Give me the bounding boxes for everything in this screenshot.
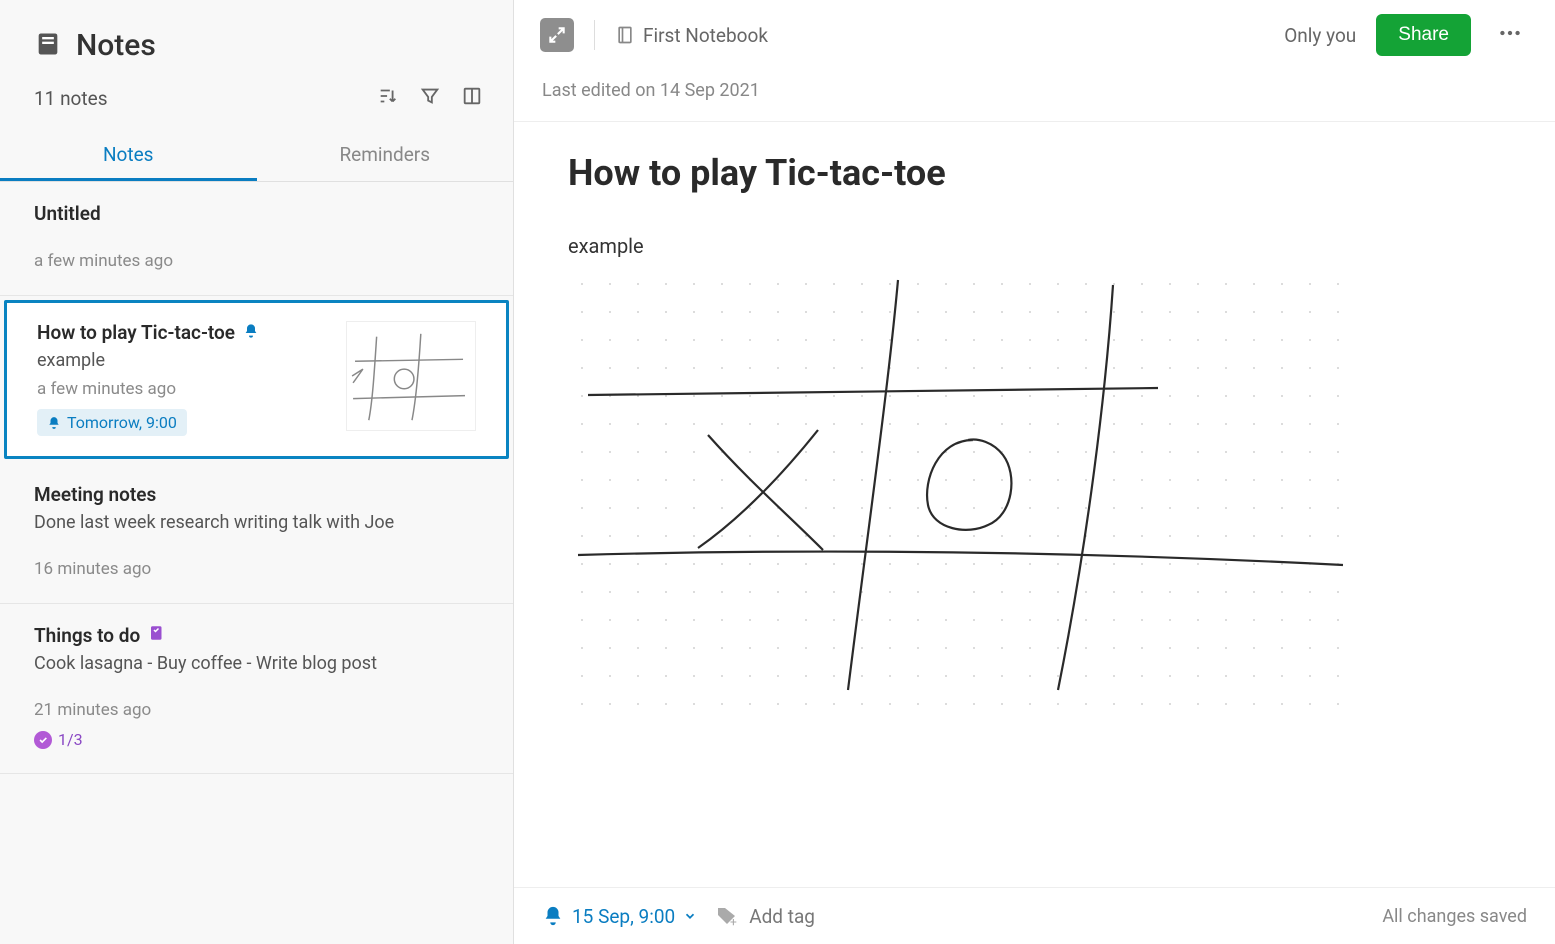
note-item[interactable]: Meeting notes Done last week research wr… [0,463,513,604]
note-time: a few minutes ago [37,379,332,399]
view-toggle-icon[interactable] [461,85,483,111]
note-title: Meeting notes [34,483,479,506]
note-time: a few minutes ago [34,251,479,271]
document-title[interactable]: How to play Tic-tac-toe [568,152,1501,194]
note-list: Untitled a few minutes ago How to play T… [0,182,513,944]
tab-reminders[interactable]: Reminders [257,131,514,181]
only-you-button[interactable]: Only you [1284,24,1356,47]
note-item[interactable]: Things to do Cook lasagna - Buy coffee -… [0,604,513,774]
notebook-link[interactable]: First Notebook [615,24,768,47]
last-edited: Last edited on 14 Sep 2021 [514,70,1555,122]
document-body[interactable]: example [568,234,1501,258]
note-snippet: example [37,350,332,371]
chevron-down-icon [683,909,697,923]
note-title: How to play Tic-tac-toe [37,321,332,344]
reminder-chip[interactable]: Tomorrow, 9:00 [37,409,187,436]
note-thumbnail [346,321,476,431]
sidebar: Notes 11 notes Notes Reminders Untitled … [0,0,514,944]
tasks-icon [148,624,166,647]
note-title: Untitled [34,202,479,225]
tab-notes[interactable]: Notes [0,131,257,181]
sketch-canvas[interactable] [568,270,1348,710]
svg-text:+: + [730,915,737,928]
sort-icon[interactable] [377,85,399,111]
main-panel: First Notebook Only you Share Last edite… [514,0,1555,944]
share-button[interactable]: Share [1376,14,1471,56]
filter-icon[interactable] [419,85,441,111]
save-status: All changes saved [1382,906,1527,927]
note-snippet: Cook lasagna - Buy coffee - Write blog p… [34,653,479,674]
topbar: First Notebook Only you Share [514,0,1555,70]
sidebar-toolbar: 11 notes [0,71,513,131]
note-time: 21 minutes ago [34,700,479,720]
reminder-button[interactable]: 15 Sep, 9:00 [542,905,697,928]
expand-button[interactable] [540,18,574,52]
task-progress-chip: 1/3 [34,730,83,749]
note-count: 11 notes [34,87,108,110]
note-item-selected[interactable]: How to play Tic-tac-toe example a few mi… [4,300,509,459]
more-options-button[interactable] [1491,20,1529,50]
sidebar-tabs: Notes Reminders [0,131,513,182]
note-item[interactable]: Untitled a few minutes ago [0,182,513,296]
bottombar: 15 Sep, 9:00 + Add tag All changes saved [514,887,1555,944]
sidebar-header: Notes [0,0,513,71]
sidebar-title: Notes [76,28,156,63]
note-time: 16 minutes ago [34,559,479,579]
notes-icon [34,30,62,62]
note-title: Things to do [34,624,479,647]
note-snippet: Done last week research writing talk wit… [34,512,479,533]
add-tag-button[interactable]: + Add tag [715,904,815,928]
editor[interactable]: How to play Tic-tac-toe example [514,122,1555,887]
divider [594,20,595,50]
bell-icon [243,321,259,344]
